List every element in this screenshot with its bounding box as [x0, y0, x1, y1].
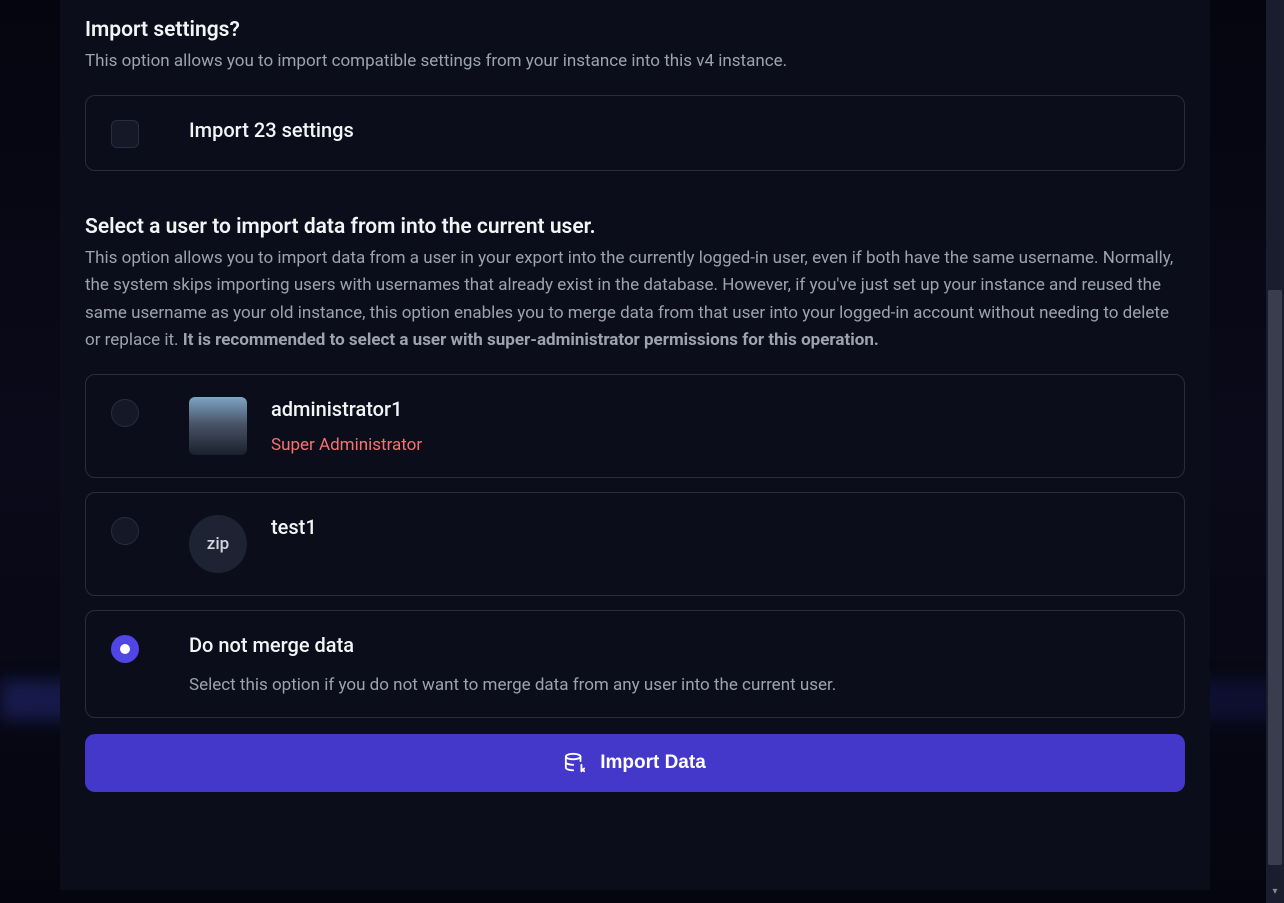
select-user-description: This option allows you to import data fr… — [85, 245, 1185, 354]
import-settings-description: This option allows you to import compati… — [85, 48, 1185, 75]
import-settings-label: Import 23 settings — [189, 118, 354, 142]
user-option-administrator1[interactable]: administrator1 Super Administrator — [85, 374, 1185, 478]
user-option-test1[interactable]: zip test1 — [85, 492, 1185, 596]
scrollbar-thumb[interactable] — [1268, 290, 1282, 865]
user-role-administrator1: Super Administrator — [271, 435, 422, 455]
no-merge-label: Do not merge data — [189, 633, 836, 657]
avatar-zip-text: zip — [207, 534, 229, 554]
scrollbar-down-arrow[interactable]: ▾ — [1268, 883, 1282, 899]
no-merge-radio[interactable] — [111, 635, 139, 663]
database-import-icon — [564, 752, 586, 774]
import-data-button[interactable]: Import Data — [85, 734, 1185, 792]
no-merge-option[interactable]: Do not merge data Select this option if … — [85, 610, 1185, 718]
avatar-administrator1 — [189, 397, 247, 455]
select-user-desc-bold: It is recommended to select a user with … — [183, 330, 879, 350]
scrollbar[interactable]: ▾ — [1266, 0, 1284, 903]
user-radio-test1[interactable] — [111, 517, 139, 545]
import-settings-option[interactable]: Import 23 settings — [85, 95, 1185, 171]
import-modal: Import settings? This option allows you … — [60, 0, 1210, 890]
import-settings-title: Import settings? — [85, 18, 1185, 42]
avatar-test1: zip — [189, 515, 247, 573]
no-merge-description: Select this option if you do not want to… — [189, 675, 836, 695]
user-name-test1: test1 — [271, 515, 317, 539]
select-user-title: Select a user to import data from into t… — [85, 215, 1185, 239]
import-settings-checkbox[interactable] — [111, 120, 139, 148]
user-name-administrator1: administrator1 — [271, 397, 422, 421]
user-radio-administrator1[interactable] — [111, 399, 139, 427]
import-button-label: Import Data — [600, 752, 706, 774]
